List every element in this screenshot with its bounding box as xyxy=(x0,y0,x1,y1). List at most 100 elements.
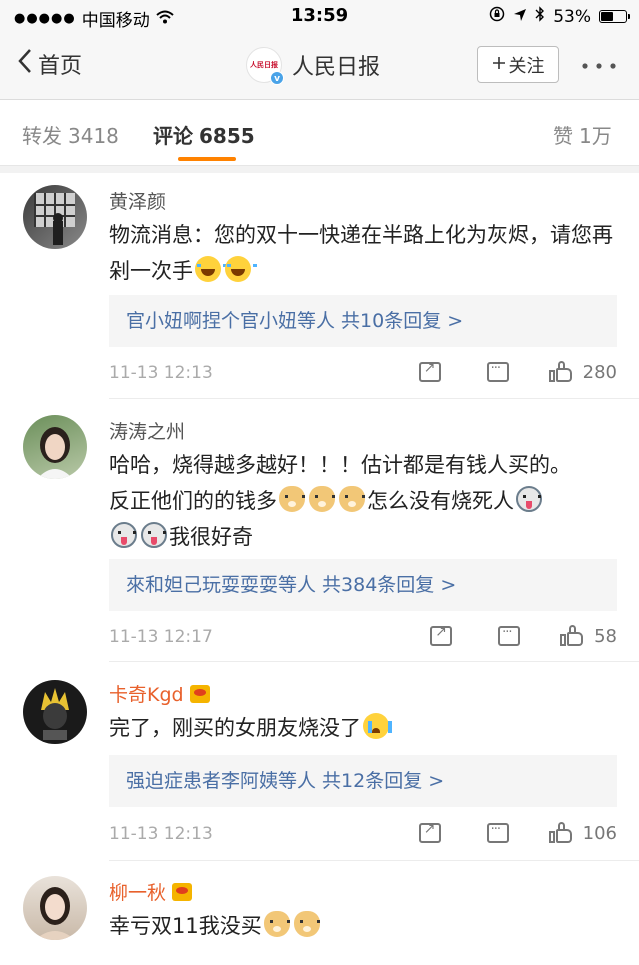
username[interactable]: 涛涛之州 xyxy=(109,417,185,444)
tab-repost-count: 3418 xyxy=(68,124,119,148)
avatar[interactable] xyxy=(23,876,87,940)
comment-text-line2b: 怎么没有烧死人 xyxy=(367,489,514,513)
follow-label: 关注 xyxy=(508,55,545,77)
laugh-cry-emoji-icon xyxy=(195,256,227,282)
crying-emoji-icon xyxy=(363,713,392,739)
tab-repost-label: 转发 xyxy=(22,124,62,148)
like-count: 58 xyxy=(594,625,617,647)
reply-icon[interactable] xyxy=(486,361,509,382)
battery-percent: 53% xyxy=(553,6,591,27)
orientation-lock-icon xyxy=(489,6,505,27)
husky-emoji-icon xyxy=(516,486,542,512)
active-tab-indicator xyxy=(178,157,236,161)
comment-text-content: 物流消息：您的双十一快递在半路上化为灰烬，请您再剁一次手 xyxy=(109,223,613,283)
reply-icon[interactable] xyxy=(486,822,509,843)
username-text: 柳一秋 xyxy=(109,882,167,904)
comment-text-line3: 我很好奇 xyxy=(169,525,253,549)
status-bar: ●●●●● 中国移动 13:59 53% xyxy=(0,0,639,34)
username-text: 涛涛之州 xyxy=(109,421,186,443)
repost-icon[interactable] xyxy=(430,624,453,646)
repost-icon[interactable] xyxy=(418,360,441,382)
comment-text: 哈哈，烧得越多越好！！！估计都是有钱人买的。 反正他们的的钱多 怎么没有烧死人 我… xyxy=(109,447,619,555)
doge-emoji-icon xyxy=(263,911,290,937)
back-label: 首页 xyxy=(38,54,83,79)
vip-crown-icon xyxy=(172,882,193,901)
reply-count-link: 共384条回复 > xyxy=(322,574,457,596)
reply-count-link: 共10条回复 > xyxy=(341,310,464,332)
husky-emoji-icon xyxy=(141,522,167,548)
comment-divider xyxy=(109,398,639,399)
like-count: 280 xyxy=(582,361,617,383)
reply-icon[interactable] xyxy=(498,625,521,646)
section-divider xyxy=(0,166,639,173)
tab-comments-count: 6855 xyxy=(199,124,255,148)
comment-text: 物流消息：您的双十一快递在半路上化为灰烬，请您再剁一次手 xyxy=(109,217,619,289)
battery-fill xyxy=(601,12,614,21)
like-icon[interactable] xyxy=(548,361,573,383)
comment-text: 幸亏双11我没买 xyxy=(109,908,619,944)
comment-text: 完了，刚买的女朋友烧没了 xyxy=(109,710,619,746)
tab-likes-count: 1万 xyxy=(579,124,612,148)
reply-names: 强迫症患者李阿姨等人 xyxy=(126,770,317,792)
comment-item: 柳一秋 幸亏双11我没买 xyxy=(0,862,639,965)
tab-bar: 转发 3418 评论 6855 赞 1万 xyxy=(0,100,639,166)
tab-comments-label: 评论 xyxy=(153,124,193,148)
username[interactable]: 柳一秋 xyxy=(109,878,194,905)
account-logo: 人民日报 v xyxy=(246,47,284,85)
like-icon[interactable] xyxy=(560,625,584,647)
nav-bar: 首页 人民日报 v 人民日报 关注 xyxy=(0,34,639,100)
verified-badge-icon: v xyxy=(270,71,284,85)
doge-emoji-icon xyxy=(293,911,320,937)
username-text: 卡奇Kgd xyxy=(109,684,184,706)
username[interactable]: 卡奇Kgd xyxy=(109,680,212,707)
comment-item: 卡奇Kgd 完了，刚买的女朋友烧没了 强迫症患者李阿姨等人 共12条回复 > 11… xyxy=(0,663,639,861)
doge-emoji-icon xyxy=(309,486,335,512)
username-text: 黄泽颜 xyxy=(109,191,167,213)
comment-item: 黄泽颜 物流消息：您的双十一快递在半路上化为灰烬，请您再剁一次手 官小妞啊捏个官… xyxy=(0,173,639,399)
laugh-cry-emoji-icon xyxy=(225,256,257,282)
tab-comments[interactable]: 评论 6855 xyxy=(153,120,255,149)
location-arrow-icon xyxy=(513,7,527,27)
comment-text-content: 幸亏双11我没买 xyxy=(109,914,262,938)
more-options-icon[interactable] xyxy=(581,52,617,77)
reply-summary[interactable]: 官小妞啊捏个官小妞等人 共10条回复 > xyxy=(109,295,617,347)
avatar[interactable] xyxy=(23,185,87,249)
like-icon[interactable] xyxy=(548,822,573,844)
comment-actions: 280 xyxy=(418,360,617,383)
account-title[interactable]: 人民日报 v 人民日报 xyxy=(246,47,381,85)
like-count: 106 xyxy=(582,822,617,844)
comment-divider xyxy=(109,661,639,662)
doge-emoji-icon xyxy=(339,486,365,512)
battery-icon xyxy=(599,10,630,23)
follow-button[interactable]: 关注 xyxy=(477,46,559,83)
timestamp: 11-13 12:13 xyxy=(109,824,213,844)
repost-icon[interactable] xyxy=(418,821,441,843)
comment-text-line1: 哈哈，烧得越多越好！！！估计都是有钱人买的。 xyxy=(109,453,571,477)
tab-likes-label: 赞 xyxy=(553,124,573,148)
reply-summary[interactable]: 來和妲己玩耍耍耍等人 共384条回复 > xyxy=(109,559,617,611)
vip-crown-icon xyxy=(189,684,210,703)
avatar[interactable] xyxy=(23,680,87,744)
plus-icon xyxy=(492,54,506,75)
doge-emoji-icon xyxy=(279,486,305,512)
username[interactable]: 黄泽颜 xyxy=(109,187,166,214)
timestamp: 11-13 12:13 xyxy=(109,363,213,383)
tab-repost[interactable]: 转发 3418 xyxy=(22,120,119,149)
reply-names: 官小妞啊捏个官小妞等人 xyxy=(126,310,336,332)
comment-item: 涛涛之州 哈哈，烧得越多越好！！！估计都是有钱人买的。 反正他们的的钱多 怎么没有… xyxy=(0,400,639,662)
comment-divider xyxy=(109,860,639,861)
back-button[interactable]: 首页 xyxy=(18,48,82,80)
reply-summary[interactable]: 强迫症患者李阿姨等人 共12条回复 > xyxy=(109,755,617,807)
timestamp: 11-13 12:17 xyxy=(109,627,213,647)
comment-actions: 58 xyxy=(430,624,617,647)
page-title: 人民日报 xyxy=(292,55,381,80)
bluetooth-icon xyxy=(535,6,545,27)
husky-emoji-icon xyxy=(111,522,137,548)
logo-text: 人民日报 xyxy=(250,60,278,69)
chevron-left-icon xyxy=(18,48,32,80)
comment-text-content: 完了，刚买的女朋友烧没了 xyxy=(109,716,361,740)
avatar[interactable] xyxy=(23,415,87,479)
comment-actions: 106 xyxy=(418,821,617,844)
reply-count-link: 共12条回复 > xyxy=(322,770,445,792)
tab-likes[interactable]: 赞 1万 xyxy=(553,120,612,149)
